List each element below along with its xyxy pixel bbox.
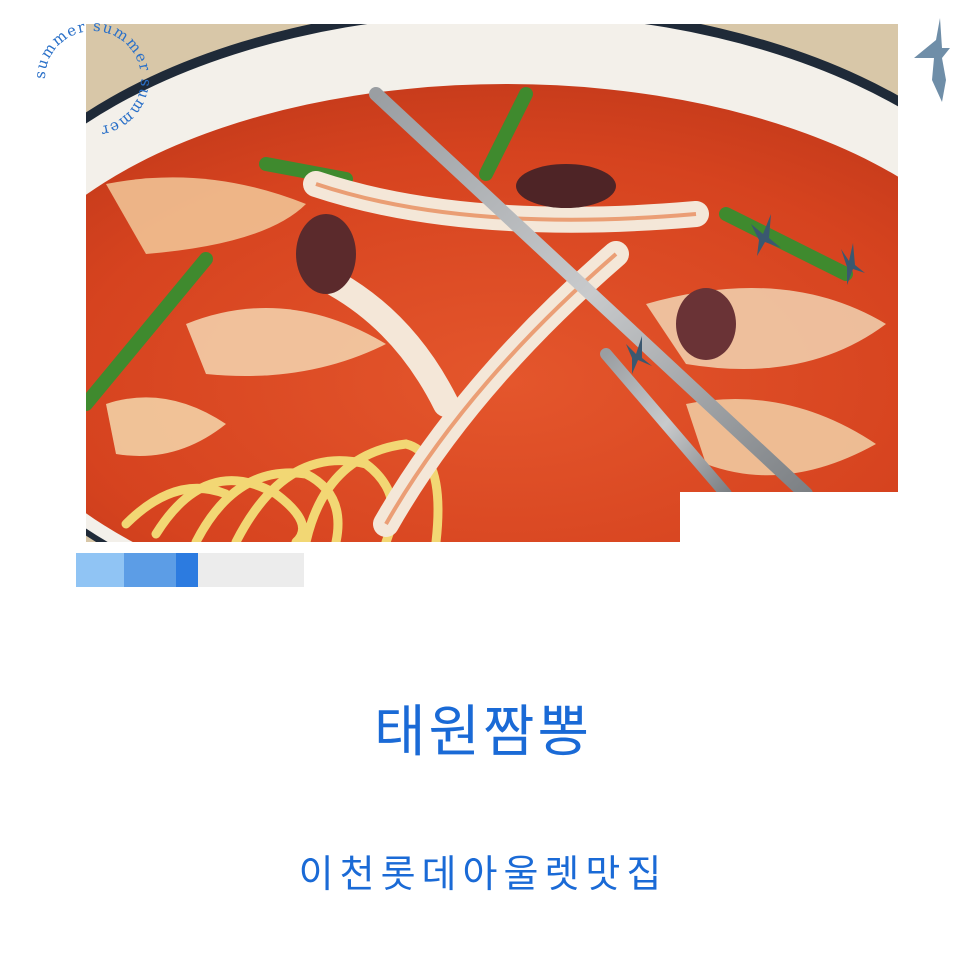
jjamppong-photo [86,24,898,542]
summer-stamp-logo: summer summer summer [28,14,158,144]
stripe-block [124,553,176,587]
page-subtitle: 이천롯데아울렛맛집 [298,852,668,896]
photo-cutout [330,542,930,602]
page-title: 태원짬뽕 [373,700,593,765]
stripe-block [76,553,124,587]
svg-text:summer summer summer: summer summer summer [31,17,155,141]
stripe-block [198,553,304,587]
bird-icon [906,18,952,104]
stripe-block [176,553,198,587]
